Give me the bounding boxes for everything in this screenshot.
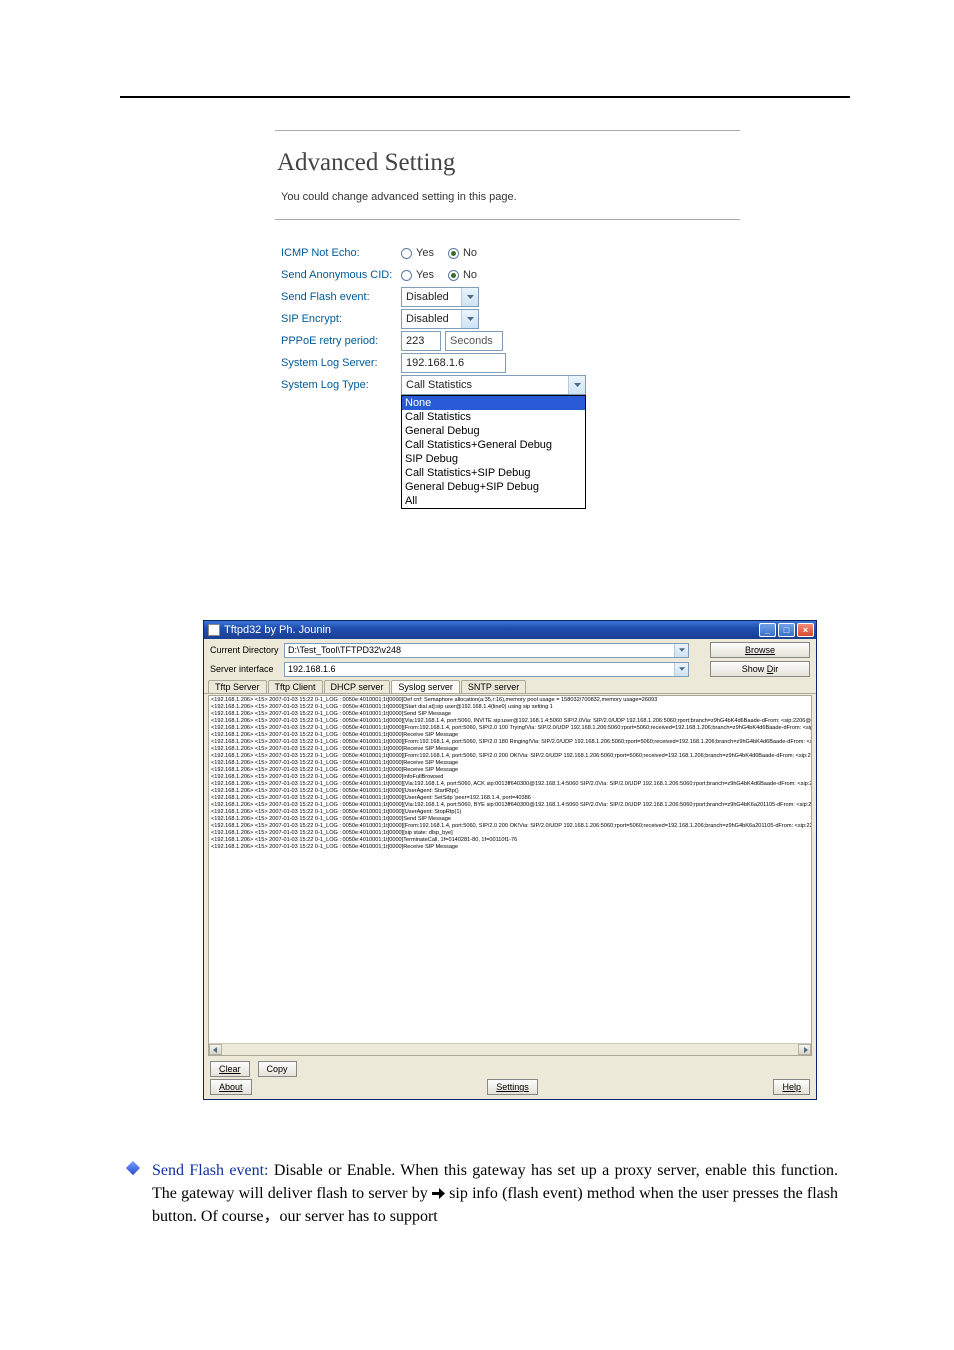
tab-sntp-server[interactable]: SNTP server [461,680,526,693]
bullet-icon [126,1161,140,1175]
select-sip-value: Disabled [406,313,449,325]
close-button[interactable]: × [797,623,814,637]
input-pppoe[interactable]: 223 [401,331,441,351]
select-curdir-value: D:\Test_Tool\TFTPD32\v248 [288,645,401,655]
bullet-sip-info: sip info [449,1185,498,1202]
about-button[interactable]: About [210,1079,252,1095]
settings-button[interactable]: Settings [487,1079,538,1095]
radio-icmp-yes[interactable] [401,248,412,259]
showdir-button[interactable]: Show Dir [710,661,810,677]
maximize-button[interactable]: □ [778,623,795,637]
label-iface: Server interface [210,664,280,674]
row-icmp: ICMP Not Echo: Yes No [281,242,740,264]
advanced-setting-panel: Advanced Setting You could change advanc… [275,130,740,396]
bullet-text: Send Flash event: Disable or Enable. Whe… [152,1159,838,1229]
row-curdir: Current Directory D:\Test_Tool\TFTPD32\v… [204,639,816,661]
log-lines: <192.168.1.206> <15> 2007-01-03 15:22 0-… [209,696,811,852]
radio-icmp-yes-label: Yes [416,247,434,259]
dropdown-option[interactable]: All [402,494,585,508]
radio-anon-no-label: No [463,269,477,281]
row-flash: Send Flash event: Disabled [281,286,740,308]
select-iface-value: 192.168.1.6 [288,664,336,674]
log-pane[interactable]: <192.168.1.206> <15> 2007-01-03 15:22 0-… [208,695,812,1056]
page-top-rule [120,96,850,98]
label-anon: Send Anonymous CID: [281,269,401,281]
radio-icmp-no-label: No [463,247,477,259]
input-syslog-server[interactable]: 192.168.1.6 [401,353,506,373]
tabs: Tftp Server Tftp Client DHCP server Sysl… [204,680,816,694]
tab-syslog-server[interactable]: Syslog server [391,680,460,693]
row-pppoe: PPPoE retry period: 223 Seconds [281,330,740,352]
scroll-left-icon[interactable] [209,1044,222,1055]
scrollbar-horizontal[interactable] [209,1043,811,1055]
browse-button[interactable]: Browse [710,642,810,658]
radio-anon-yes[interactable] [401,270,412,281]
scroll-right-icon[interactable] [798,1044,811,1055]
clear-button[interactable]: Clear [210,1061,250,1077]
dropdown-option[interactable]: Call Statistics+General Debug [402,438,585,452]
select-iface[interactable]: 192.168.1.6 [284,662,689,677]
chevron-down-icon [674,663,688,676]
titlebar[interactable]: Tftpd32 by Ph. Jounin _ □ × [204,621,816,639]
help-button[interactable]: Help [773,1079,810,1095]
label-syslogtype: System Log Type: [281,379,401,391]
label-pppoe: PPPoE retry period: [281,335,401,347]
chevron-down-icon [461,288,478,306]
arrow-icon [432,1185,445,1202]
chevron-down-icon [674,644,688,657]
label-icmp: ICMP Not Echo: [281,247,401,259]
app-icon [208,624,220,636]
form-area: ICMP Not Echo: Yes No Send Anonymous CID… [275,242,740,396]
page-subtitle: You could change advanced setting in thi… [275,187,740,219]
label-syslogsrv: System Log Server: [281,357,401,369]
row-anon: Send Anonymous CID: Yes No [281,264,740,286]
label-pppoe-unit: Seconds [445,331,503,351]
row-syslogtype: System Log Type: Call Statistics None Ca… [281,374,740,396]
select-curdir[interactable]: D:\Test_Tool\TFTPD32\v248 [284,643,689,658]
minimize-button[interactable]: _ [759,623,776,637]
select-syslog-type-value: Call Statistics [406,379,472,391]
bottom-buttons: Clear Copy [204,1058,816,1079]
dropdown-syslog-type[interactable]: None Call Statistics General Debug Call … [401,395,586,509]
page-title: Advanced Setting [275,131,740,187]
dropdown-option[interactable]: General Debug [402,424,585,438]
radio-icmp-no[interactable] [448,248,459,259]
select-syslog-type[interactable]: Call Statistics [401,375,586,395]
dropdown-option[interactable]: General Debug+SIP Debug [402,480,585,494]
label-sip: SIP Encrypt: [281,313,401,325]
row-sip: SIP Encrypt: Disabled [281,308,740,330]
bullet-paragraph: Send Flash event: Disable or Enable. Whe… [128,1159,838,1229]
select-sip[interactable]: Disabled [401,309,479,329]
tab-dhcp-server[interactable]: DHCP server [324,680,391,693]
dropdown-option[interactable]: None [402,396,585,410]
chevron-down-icon [461,310,478,328]
dropdown-option[interactable]: Call Statistics [402,410,585,424]
copy-button[interactable]: Copy [258,1061,297,1077]
row-syslogsrv: System Log Server: 192.168.1.6 [281,352,740,374]
bullet-lead: Send Flash event: [152,1162,274,1179]
row-iface: Server interface 192.168.1.6 Show Dir [204,661,816,680]
scroll-track[interactable] [222,1044,798,1055]
radio-anon-no[interactable] [448,270,459,281]
label-curdir: Current Directory [210,645,280,655]
tab-tftp-client[interactable]: Tftp Client [268,680,323,693]
select-flash[interactable]: Disabled [401,287,479,307]
radio-anon-yes-label: Yes [416,269,434,281]
select-flash-value: Disabled [406,291,449,303]
dropdown-option[interactable]: SIP Debug [402,452,585,466]
dropdown-option[interactable]: Call Statistics+SIP Debug [402,466,585,480]
label-flash: Send Flash event: [281,291,401,303]
window-title: Tftpd32 by Ph. Jounin [224,624,331,636]
tftpd32-window: Tftpd32 by Ph. Jounin _ □ × Current Dire… [203,620,817,1100]
tab-tftp-server[interactable]: Tftp Server [208,680,267,693]
footer-buttons: About Settings Help [204,1079,816,1099]
chevron-down-icon [568,376,585,394]
